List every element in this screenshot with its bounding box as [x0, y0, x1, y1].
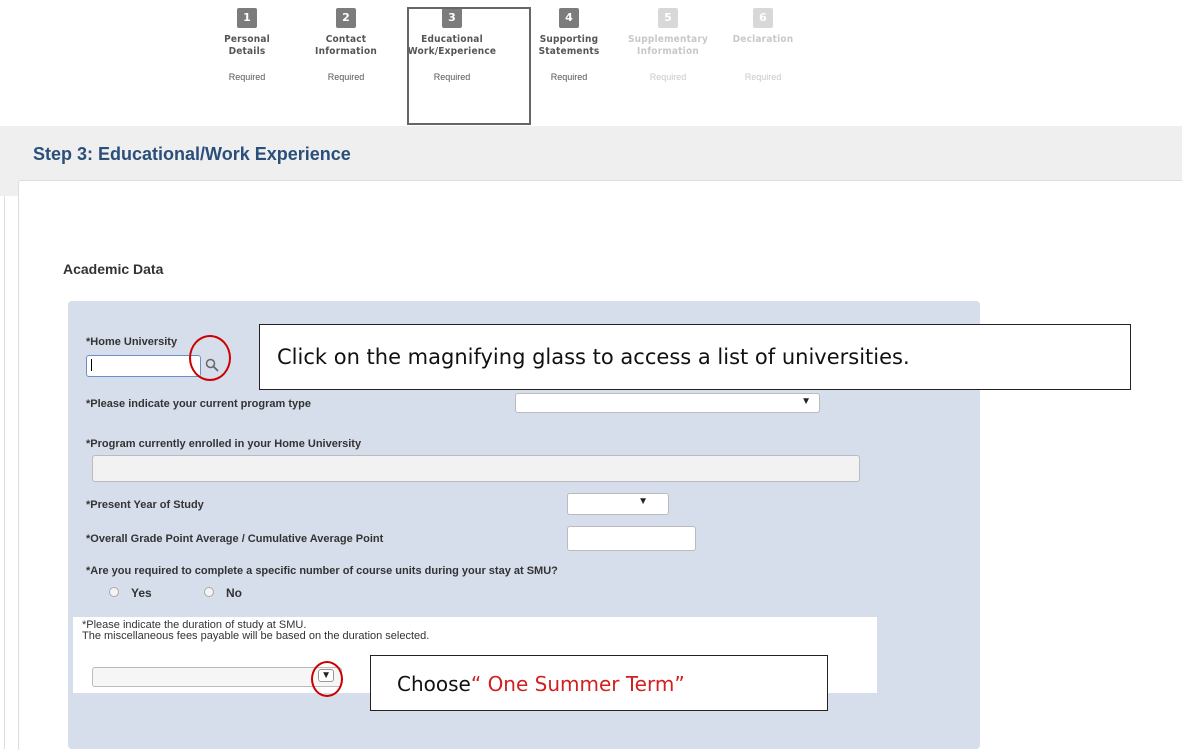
triangle-down-icon: ▼	[801, 396, 811, 407]
divider	[4, 196, 5, 749]
active-step-highlight	[407, 7, 531, 125]
course-units-label: *Are you required to complete a specific…	[86, 565, 558, 577]
step-number: 5	[658, 8, 678, 28]
step-status: Required	[228, 72, 266, 82]
triangle-down-icon: ▼	[638, 496, 648, 507]
step-label: Contact Information	[315, 34, 377, 57]
radio-yes-label: Yes	[131, 586, 152, 600]
gpa-label: *Overall Grade Point Average / Cumulativ…	[86, 533, 384, 545]
step-label: Declaration	[732, 34, 794, 45]
annotation-circle-search	[189, 335, 231, 381]
radio-yes[interactable]	[109, 587, 119, 597]
text-cursor	[91, 359, 92, 371]
year-of-study-label: *Present Year of Study	[86, 499, 204, 511]
program-type-label: *Please indicate your current program ty…	[86, 398, 311, 410]
program-type-select[interactable]: ▼	[515, 393, 820, 413]
radio-no-label: No	[226, 586, 242, 600]
step-label: Personal Details	[224, 34, 270, 57]
step-4[interactable]: 4 Supporting Statements Required	[534, 8, 604, 82]
step-1[interactable]: 1 Personal Details Required	[212, 8, 282, 82]
page-title: Step 3: Educational/Work Experience	[33, 144, 351, 164]
duration-select[interactable]: ▼	[92, 667, 342, 687]
radio-no[interactable]	[204, 587, 214, 597]
annotation-circle-dropdown	[311, 661, 343, 697]
home-university-input[interactable]	[86, 355, 201, 377]
year-of-study-select[interactable]: ▼	[567, 493, 669, 515]
gpa-input[interactable]	[567, 526, 696, 551]
annotation-callout-search: Click on the magnifying glass to access …	[259, 324, 1131, 390]
step-2[interactable]: 2 Contact Information Required	[311, 8, 381, 82]
step-number: 2	[336, 8, 356, 28]
step-status: Required	[649, 72, 687, 82]
annotation-callout-choose: Choose“ One Summer Term”	[370, 655, 828, 711]
program-enrolled-input[interactable]	[92, 455, 860, 482]
step-number: 6	[753, 8, 773, 28]
step-label: Supplementary Information	[627, 34, 709, 57]
program-enrolled-label: *Program currently enrolled in your Home…	[86, 438, 362, 450]
step-5: 5 Supplementary Information Required	[620, 8, 716, 82]
step-status: Required	[550, 72, 588, 82]
step-indicator: 1 Personal Details Required 2 Contact Info…	[212, 8, 862, 126]
step-status: Required	[744, 72, 782, 82]
step-number: 1	[237, 8, 257, 28]
step-number: 4	[559, 8, 579, 28]
section-title: Academic Data	[63, 261, 164, 277]
duration-label: *Please indicate the duration of study a…	[82, 619, 430, 642]
step-label: Supporting Statements	[538, 34, 600, 57]
home-university-label: *Home University	[86, 336, 178, 348]
step-6: 6 Declaration Required	[728, 8, 798, 82]
step-status: Required	[327, 72, 365, 82]
